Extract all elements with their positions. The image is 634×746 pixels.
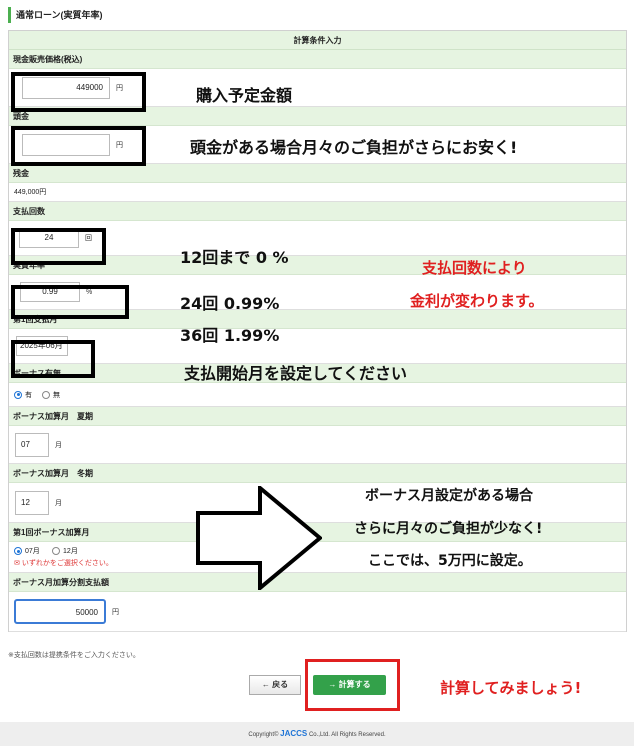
page-title: 通常ローン(実質年率) [8, 7, 103, 23]
balance-value: 449,000円 [9, 183, 626, 202]
bonus-amount-unit: 円 [112, 608, 119, 616]
calculate-highlight-box [305, 659, 400, 711]
first-bonus-option-07[interactable]: 07月 [14, 546, 40, 556]
installments-label: 支払回数 [9, 202, 626, 221]
annotation-rate-36: 36回 1.99% [180, 326, 280, 345]
bonus-amount-input[interactable]: 50000 [14, 599, 106, 624]
jaccs-logo: JACCS [280, 729, 308, 738]
annotation-purchase: 購入予定金額 [196, 86, 293, 105]
back-button[interactable]: ← 戻る [249, 675, 301, 695]
annotation-bonus-2: さらに月々のご負担が少なく! [354, 521, 543, 537]
right-arrow-icon [196, 486, 322, 590]
first-bonus-warning: ✉ いずれかをご選択ください。 [14, 560, 113, 567]
annotation-downpay: 頭金がある場合月々のご負担がさらにお安く! [190, 138, 518, 157]
annotation-bonus-1: ボーナス月設定がある場合 [365, 488, 533, 504]
bonus-amount-row: 50000 円 [9, 592, 626, 632]
cash-price-highlight-box [11, 72, 146, 112]
annotation-rate-note-2: 金利が変わります。 [410, 292, 544, 310]
annotation-rate-12: 12回まで 0 % [180, 248, 289, 267]
bonus-summer-row: 07 月 [9, 426, 626, 464]
bonus-winter-label: ボーナス加算月 冬期 [9, 464, 626, 483]
bonus-radio-row: 有 無 [9, 383, 626, 407]
first-bonus-option-12[interactable]: 12月 [52, 546, 78, 556]
form-note: ※支払回数は提携条件をご入力ください。 [8, 652, 140, 659]
bonus-winter-unit: 月 [55, 499, 62, 507]
form-header: 計算条件入力 [9, 31, 626, 50]
bonus-summer-label: ボーナス加算月 夏期 [9, 407, 626, 426]
apr-highlight-box [11, 285, 129, 319]
annotation-calc-hint: 計算してみましょう! [440, 679, 582, 697]
bonus-option-no[interactable]: 無 [42, 390, 60, 400]
down-payment-highlight-box [11, 126, 146, 166]
annotation-rate-note-1: 支払回数により [422, 259, 527, 277]
first-month-row: 2025年06月 [9, 329, 626, 364]
bonus-winter-input[interactable]: 12 [15, 490, 49, 515]
bonus-summer-unit: 月 [55, 441, 62, 449]
installments-highlight-box [11, 228, 106, 265]
radio-icon [52, 547, 61, 555]
annotation-start-month: 支払開始月を設定してください [184, 364, 408, 383]
radio-selected-icon [14, 547, 22, 555]
annotation-rate-24: 24回 0.99% [180, 294, 280, 313]
footer: Copyright© JACCS Co.,Ltd. All Rights Res… [0, 722, 634, 746]
balance-label: 残金 [9, 164, 626, 183]
radio-icon [42, 390, 50, 399]
annotation-bonus-3: ここでは、5万円に設定。 [368, 553, 532, 569]
first-month-highlight-box [11, 340, 95, 378]
radio-selected-icon [14, 390, 22, 399]
warning-icon: ✉ [14, 560, 20, 567]
bonus-option-yes[interactable]: 有 [14, 390, 32, 400]
cash-price-label: 現金販売価格(税込) [9, 50, 626, 69]
bonus-summer-input[interactable]: 07 [15, 432, 49, 457]
